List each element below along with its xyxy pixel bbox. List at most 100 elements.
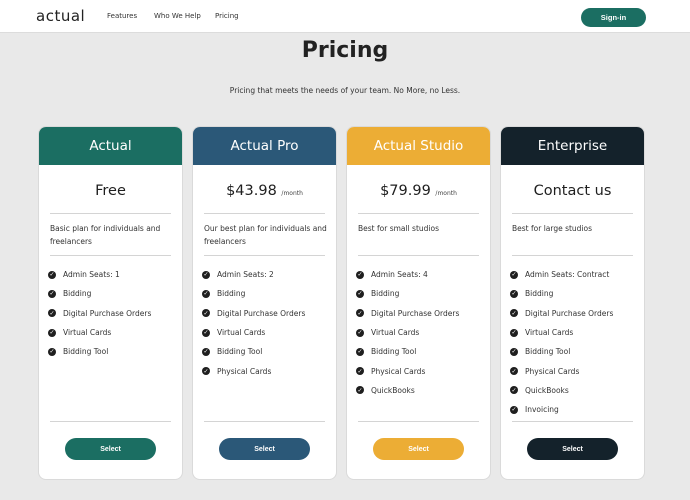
feature-label: Bidding Tool	[525, 347, 571, 357]
plan-name: Enterprise	[537, 138, 608, 154]
feature-item: ✓ Bidding Tool	[356, 342, 486, 361]
price-period: /month	[281, 190, 303, 197]
plan-price: Free	[39, 183, 182, 199]
feature-item: ✓ QuickBooks	[356, 381, 486, 400]
plan-description: Best for large studios	[512, 224, 593, 233]
check-circle-icon: ✓	[202, 270, 210, 279]
price-value: Free	[95, 183, 126, 199]
feature-list: ✓ Admin Seats: Contract ✓ Bidding ✓ Digital P…	[510, 265, 640, 419]
divider	[512, 255, 633, 256]
feature-item: ✓ Bidding	[510, 284, 640, 303]
feature-label: Digital Purchase Orders	[371, 308, 460, 318]
check-circle-icon: ✓	[510, 270, 518, 279]
plan-card-enterprise: Enterprise Contact us Best for large stu…	[501, 127, 644, 479]
feature-label: Bidding Tool	[217, 347, 263, 357]
feature-label: Virtual Cards	[217, 328, 266, 338]
divider	[358, 421, 479, 422]
feature-label: Digital Purchase Orders	[525, 308, 614, 318]
check-circle-icon: ✓	[510, 309, 518, 318]
feature-label: Virtual Cards	[525, 328, 574, 338]
plan-description: Our best plan for individuals and freela…	[204, 224, 327, 246]
check-circle-icon: ✓	[202, 347, 210, 356]
plan-description: Best for small studios	[358, 224, 439, 233]
plan-price: $79.99 /month	[347, 183, 490, 199]
feature-label: Physical Cards	[525, 366, 580, 376]
feature-item: ✓ Bidding Tool	[48, 342, 178, 361]
divider	[512, 213, 633, 214]
feature-item: ✓ Bidding	[48, 284, 178, 303]
check-circle-icon: ✓	[356, 328, 364, 337]
feature-item: ✓ Bidding Tool	[202, 342, 332, 361]
select-button[interactable]: Select	[65, 438, 156, 460]
check-circle-icon: ✓	[510, 347, 518, 356]
feature-item: ✓ Bidding	[356, 284, 486, 303]
check-circle-icon: ✓	[510, 289, 518, 298]
check-circle-icon: ✓	[356, 270, 364, 279]
plan-name: Actual Pro	[230, 138, 299, 154]
check-circle-icon: ✓	[356, 289, 364, 298]
plan-price: Contact us	[501, 183, 644, 199]
feature-list: ✓ Admin Seats: 4 ✓ Bidding ✓ Digital Purchase…	[356, 265, 486, 400]
price-value: Contact us	[533, 183, 612, 199]
plan-header: Enterprise	[501, 127, 644, 165]
check-circle-icon: ✓	[48, 328, 56, 337]
top-nav-bar: actual Features Who We Help Pricing Sign…	[0, 0, 690, 33]
feature-item: ✓ Virtual Cards	[202, 323, 332, 342]
check-circle-icon: ✓	[356, 309, 364, 318]
nav-link-features[interactable]: Features	[107, 12, 137, 20]
sign-in-button[interactable]: Sign-in	[581, 8, 646, 27]
feature-label: QuickBooks	[525, 385, 569, 395]
check-circle-icon: ✓	[202, 289, 210, 298]
feature-label: Bidding Tool	[63, 347, 109, 357]
plan-header: Actual	[39, 127, 182, 165]
feature-label: Bidding	[371, 289, 400, 299]
feature-item: ✓ Admin Seats: 4	[356, 265, 486, 284]
check-circle-icon: ✓	[356, 386, 364, 395]
feature-label: Digital Purchase Orders	[63, 308, 152, 318]
divider	[204, 213, 325, 214]
feature-item: ✓ Physical Cards	[202, 361, 332, 380]
feature-item: ✓ Digital Purchase Orders	[48, 304, 178, 323]
plan-header: Actual Studio	[347, 127, 490, 165]
feature-label: Physical Cards	[371, 366, 426, 376]
feature-label: Bidding	[525, 289, 554, 299]
select-button[interactable]: Select	[373, 438, 464, 460]
check-circle-icon: ✓	[510, 367, 518, 376]
feature-item: ✓ QuickBooks	[510, 381, 640, 400]
plan-card-actual-pro: Actual Pro $43.98 /month Our best plan f…	[193, 127, 336, 479]
feature-label: Bidding Tool	[371, 347, 417, 357]
nav-link-pricing[interactable]: Pricing	[215, 12, 239, 20]
divider	[358, 255, 479, 256]
select-button[interactable]: Select	[527, 438, 618, 460]
plan-card-actual-studio: Actual Studio $79.99 /month Best for sma…	[347, 127, 490, 479]
logo[interactable]: actual	[36, 7, 85, 25]
feature-label: Admin Seats: 4	[371, 270, 428, 280]
feature-label: Virtual Cards	[63, 328, 112, 338]
plan-price: $43.98 /month	[193, 183, 336, 199]
price-value: $79.99	[380, 183, 431, 199]
divider	[50, 213, 171, 214]
feature-item: ✓ Digital Purchase Orders	[202, 304, 332, 323]
feature-item: ✓ Digital Purchase Orders	[510, 304, 640, 323]
check-circle-icon: ✓	[48, 270, 56, 279]
feature-label: Virtual Cards	[371, 328, 420, 338]
feature-item: ✓ Admin Seats: Contract	[510, 265, 640, 284]
feature-label: Bidding	[217, 289, 246, 299]
check-circle-icon: ✓	[510, 386, 518, 395]
plan-card-actual: Actual Free Basic plan for individuals a…	[39, 127, 182, 479]
divider	[50, 421, 171, 422]
divider	[204, 255, 325, 256]
feature-item: ✓ Admin Seats: 1	[48, 265, 178, 284]
feature-label: Admin Seats: 1	[63, 270, 120, 280]
plan-header: Actual Pro	[193, 127, 336, 165]
feature-item: ✓ Bidding Tool	[510, 342, 640, 361]
feature-list: ✓ Admin Seats: 2 ✓ Bidding ✓ Digital Purchase…	[202, 265, 332, 381]
check-circle-icon: ✓	[510, 328, 518, 337]
feature-label: Admin Seats: Contract	[525, 270, 610, 280]
nav-link-who-we-help[interactable]: Who We Help	[154, 12, 201, 20]
feature-item: ✓ Virtual Cards	[510, 323, 640, 342]
feature-label: Physical Cards	[217, 366, 272, 376]
page-title: Pricing	[301, 38, 389, 63]
select-button[interactable]: Select	[219, 438, 310, 460]
feature-item: ✓ Digital Purchase Orders	[356, 304, 486, 323]
